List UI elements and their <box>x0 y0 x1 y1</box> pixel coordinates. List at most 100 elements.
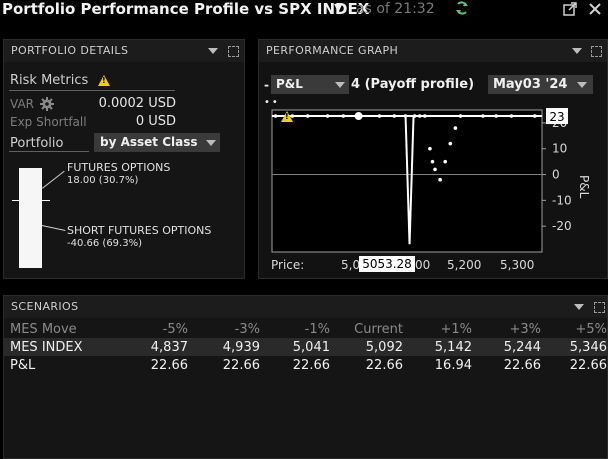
price-label: Price: <box>271 258 305 272</box>
data-point <box>453 126 458 130</box>
table-cell: 5,092 <box>332 338 405 356</box>
divider <box>9 90 175 91</box>
data-point <box>494 114 498 118</box>
x-tick-label: 00 <box>415 258 431 272</box>
y-axis-label: P&L <box>577 175 591 199</box>
data-point <box>509 114 514 118</box>
refresh-icon[interactable] <box>454 0 470 16</box>
table-cell: 22.66 <box>569 357 607 373</box>
column-header[interactable]: -5% <box>124 320 190 338</box>
group-by-dropdown[interactable]: by Asset Class <box>94 133 220 152</box>
table-cell: 22.66 <box>292 357 330 373</box>
data-point <box>430 159 435 164</box>
table-header-row: MES Move -5% -3% -1% Current +1% +3% +5% <box>4 320 608 338</box>
column-header[interactable]: -1% <box>262 320 332 338</box>
group-by-value: by Asset Class <box>100 135 198 149</box>
table-row[interactable]: P&L 22.66 22.66 22.66 22.66 16.94 22.66 … <box>4 356 608 374</box>
table-cell: 22.66 <box>365 357 403 373</box>
column-header[interactable]: -3% <box>190 320 262 338</box>
data-point <box>325 114 330 118</box>
scenarios-table: MES Move -5% -3% -1% Current +1% +3% +5%… <box>4 320 608 374</box>
allocation-name: FUTURES OPTIONS <box>67 161 171 174</box>
allocation-value: -40.66 (69.3%) <box>67 238 142 249</box>
table-cell: 4,939 <box>190 338 262 356</box>
y-tick-label: -20 <box>552 219 572 233</box>
risk-metrics-label: Risk Metrics <box>10 73 89 88</box>
column-header[interactable]: +1% <box>405 320 474 338</box>
gear-icon[interactable] <box>40 97 54 111</box>
scenarios-header: SCENARIOS <box>4 296 607 318</box>
table-cell: 22.66 <box>503 357 541 373</box>
x-tick-label: 5,200 <box>447 258 482 272</box>
current-value-flag-label: 23 <box>549 110 564 124</box>
scenarios-panel: SCENARIOS MES Move -5% -3% -1% Current +… <box>3 295 608 459</box>
row-label: P&L <box>10 357 36 373</box>
warning-icon[interactable] <box>98 75 110 86</box>
exp-shortfall-value: 0 USD <box>135 114 176 129</box>
portfolio-details-panel: PORTFOLIO DETAILS Risk Metrics VAR 0.000… <box>3 39 245 279</box>
portfolio-label: Portfolio <box>10 136 64 151</box>
panel-title: SCENARIOS <box>11 300 79 313</box>
x-tick-label: 5,0 <box>341 258 361 272</box>
leader-line <box>42 170 65 189</box>
maximize-icon[interactable] <box>594 302 605 313</box>
var-label: VAR <box>10 97 34 111</box>
table-cell: 5,041 <box>262 338 332 356</box>
data-point <box>305 114 310 118</box>
maximize-icon[interactable] <box>228 46 239 57</box>
column-header[interactable]: Current <box>332 320 405 338</box>
leader-line <box>41 225 66 231</box>
panel-menu-icon[interactable] <box>208 48 218 54</box>
performance-graph-panel: PERFORMANCE GRAPH - P&L 4 (Payoff profil… <box>258 39 608 279</box>
window-title[interactable]: Portfolio Performance Profile vs SPX IND… <box>2 0 369 18</box>
detach-window-icon[interactable] <box>563 2 577 16</box>
var-value: 0.0002 USD <box>98 96 176 111</box>
data-point <box>428 146 432 151</box>
data-point <box>443 159 448 164</box>
panel-title: PORTFOLIO DETAILS <box>11 44 129 57</box>
y-tick-label: 0 <box>552 168 560 182</box>
close-icon[interactable] <box>588 2 602 16</box>
title-dropdown-icon[interactable]: ▼ <box>334 1 342 14</box>
data-point <box>341 114 346 118</box>
current-marker <box>354 112 363 121</box>
y-tick-label: 10 <box>552 142 567 156</box>
table-cell: 16.94 <box>434 357 472 373</box>
table-cell: 22.66 <box>150 357 188 373</box>
table-row[interactable]: MES INDEX 4,837 4,939 5,041 5,092 5,142 … <box>4 338 608 356</box>
allocation-bar-tick <box>12 200 50 201</box>
allocation-name: SHORT FUTURES OPTIONS <box>67 224 212 237</box>
as-of-timestamp: as of 21:32 <box>356 1 435 17</box>
table-cell: 5,244 <box>474 338 543 356</box>
data-point <box>423 114 427 118</box>
data-point <box>448 141 453 146</box>
column-header[interactable]: +5% <box>543 320 608 338</box>
column-header[interactable]: +3% <box>474 320 543 338</box>
data-point <box>433 167 437 172</box>
warning-icon[interactable] <box>281 111 293 122</box>
y-tick-label: -10 <box>552 193 572 207</box>
table-cell: 5,142 <box>405 338 474 356</box>
data-point <box>417 114 422 118</box>
data-point <box>458 114 463 118</box>
data-point <box>412 114 417 118</box>
data-point <box>403 114 408 118</box>
data-point <box>377 114 382 118</box>
table-cell: 22.66 <box>222 357 260 373</box>
divider <box>9 151 89 152</box>
data-point <box>481 114 485 118</box>
table-cell: 5,346 <box>543 338 608 356</box>
cursor-price-flag: 5053.28 <box>359 256 415 272</box>
x-tick-label: 5,300 <box>500 258 535 272</box>
panel-menu-icon[interactable] <box>574 304 584 310</box>
table-cell: 4,837 <box>124 338 190 356</box>
column-header[interactable]: MES Move <box>4 320 124 338</box>
data-point <box>438 177 442 182</box>
allocation-value: 18.00 (30.7%) <box>67 175 139 186</box>
portfolio-details-header: PORTFOLIO DETAILS <box>4 40 244 62</box>
payoff-chart[interactable]: 20100-10-2023P&L <box>259 40 608 280</box>
window-title-bar: Portfolio Performance Profile vs SPX IND… <box>0 0 608 20</box>
data-point <box>273 114 278 118</box>
chevron-down-icon <box>206 140 216 146</box>
allocation-bar[interactable] <box>19 168 42 268</box>
